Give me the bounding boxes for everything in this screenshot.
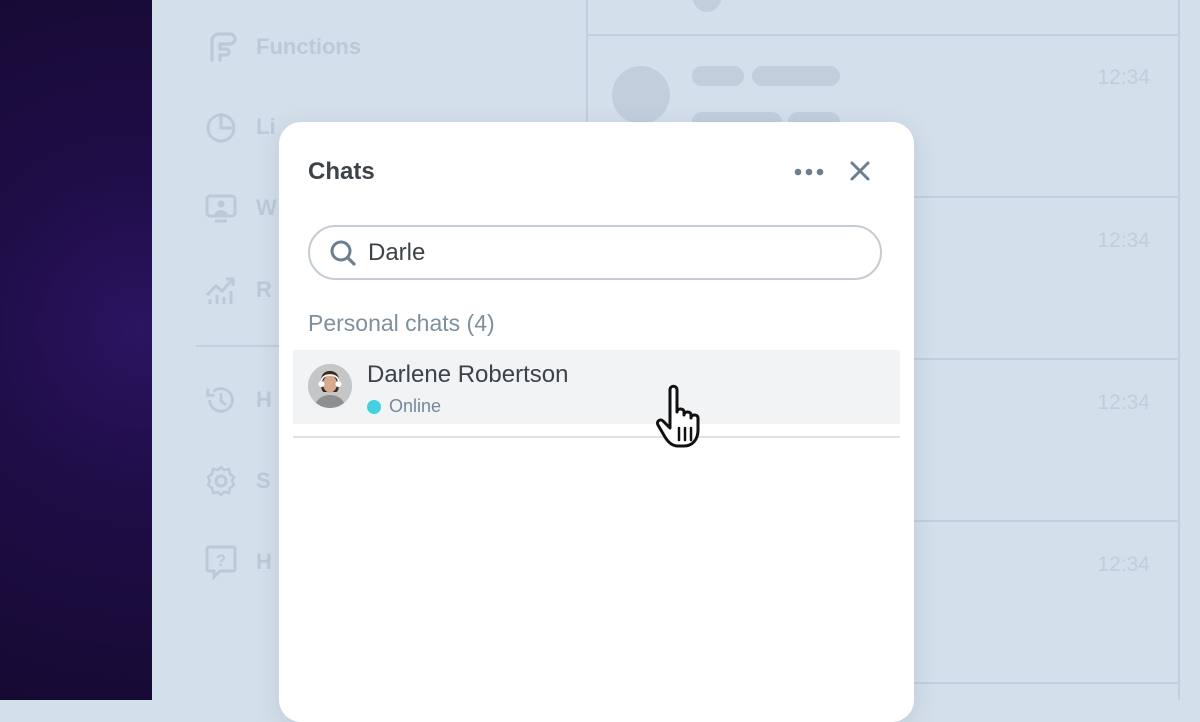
functions-icon [204, 30, 238, 64]
modal-title: Chats [308, 158, 375, 185]
left-backdrop [0, 0, 152, 700]
list-divider [588, 34, 1178, 36]
search-icon [328, 238, 358, 268]
placeholder-bar [692, 66, 744, 86]
search-input[interactable] [368, 238, 848, 267]
pie-chart-icon [204, 110, 238, 144]
placeholder-bar [752, 66, 840, 86]
sidebar-item-history[interactable]: H [204, 380, 272, 420]
sidebar-item-label: W [256, 195, 277, 220]
chats-modal: Chats Personal chats (4) Da [279, 122, 914, 722]
sidebar-item-r[interactable]: R [204, 270, 272, 310]
sidebar-item-label: Li [256, 114, 276, 139]
sidebar-item-live[interactable]: Li [204, 107, 276, 147]
chat-time: 12:34 [1097, 391, 1150, 414]
contact-name: Darlene Robertson [367, 361, 569, 388]
trend-chart-icon [204, 273, 238, 307]
sidebar-item-label: S [256, 468, 271, 493]
sidebar-item-label: H [256, 549, 272, 574]
section-heading: Personal chats (4) [308, 310, 495, 336]
help-icon: ? [204, 545, 238, 581]
hand-pointer-cursor-icon [654, 382, 720, 452]
sidebar-item-functions[interactable]: Functions [204, 27, 361, 67]
sidebar-item-settings[interactable]: S [204, 461, 271, 501]
chat-time: 12:34 [1097, 229, 1150, 252]
sidebar-item-help[interactable]: ? H [204, 542, 272, 582]
search-field[interactable] [308, 225, 882, 280]
monitor-user-icon [204, 191, 238, 225]
chat-time: 12:34 [1097, 553, 1150, 576]
history-icon [204, 383, 238, 417]
close-icon [849, 160, 871, 187]
chat-time: 12:34 [1097, 66, 1150, 89]
status-label: Online [389, 396, 442, 416]
result-divider [293, 436, 900, 438]
close-button[interactable] [845, 158, 875, 188]
presence-status: Online [367, 396, 441, 417]
sidebar-item-label: H [256, 387, 272, 412]
sidebar-item-w[interactable]: W [204, 188, 277, 228]
placeholder-avatar [692, 0, 722, 12]
svg-text:?: ? [216, 551, 226, 570]
avatar [308, 364, 352, 408]
online-status-dot [367, 399, 381, 414]
placeholder-avatar [612, 66, 670, 124]
sidebar-item-label: R [256, 277, 272, 302]
sidebar-item-label: Functions [256, 34, 362, 59]
more-options-button[interactable] [789, 158, 829, 188]
chat-result-item[interactable]: Darlene Robertson Online [293, 350, 900, 424]
more-dots-icon [793, 164, 825, 182]
gear-icon [204, 464, 238, 498]
